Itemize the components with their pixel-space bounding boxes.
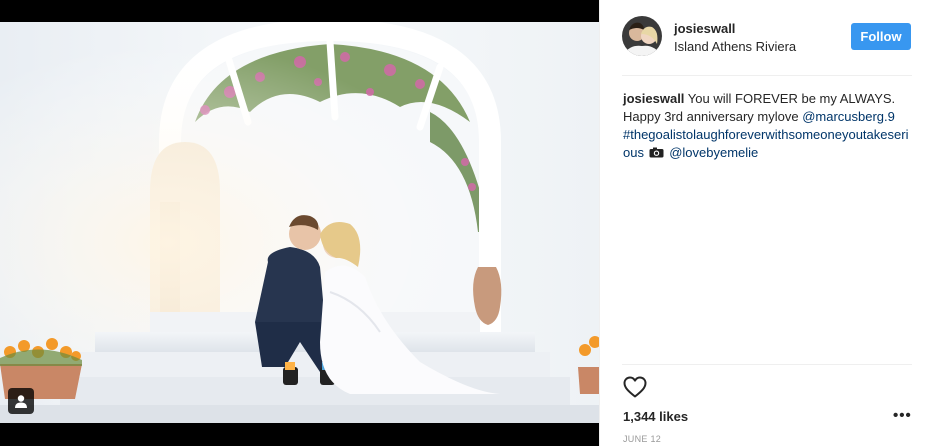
camera-emoji-icon (649, 147, 664, 158)
post-side-panel: josieswall Island Athens Riviera Follow … (599, 0, 934, 446)
post-header: josieswall Island Athens Riviera Follow (600, 0, 934, 75)
follow-button[interactable]: Follow (851, 23, 911, 50)
likes-count[interactable]: 1,344 likes (623, 409, 688, 424)
post-location[interactable]: Island Athens Riviera (674, 39, 796, 54)
actions-divider (622, 364, 912, 365)
post-username[interactable]: josieswall (674, 21, 735, 36)
post-photo-container[interactable] (0, 0, 599, 446)
ellipsis-icon[interactable]: ••• (893, 408, 911, 425)
user-tag-icon[interactable] (8, 388, 34, 414)
heart-outline-icon[interactable] (623, 376, 647, 398)
header-divider (622, 75, 912, 76)
caption-mention-link[interactable]: @marcusberg.9 (802, 109, 895, 124)
caption-username[interactable]: josieswall (623, 91, 684, 106)
post-caption: josieswall You will FOREVER be my ALWAYS… (623, 90, 913, 162)
wedding-photo-illustration (0, 22, 599, 423)
post-date[interactable]: JUNE 12 (623, 434, 661, 444)
post-photo[interactable] (0, 22, 599, 423)
caption-mention-link-2[interactable]: @lovebyemelie (669, 145, 758, 160)
avatar[interactable] (622, 16, 662, 56)
caption-hashtag-link[interactable]: #thegoalistolaughforeverwithsomeoneyouta… (623, 127, 908, 160)
